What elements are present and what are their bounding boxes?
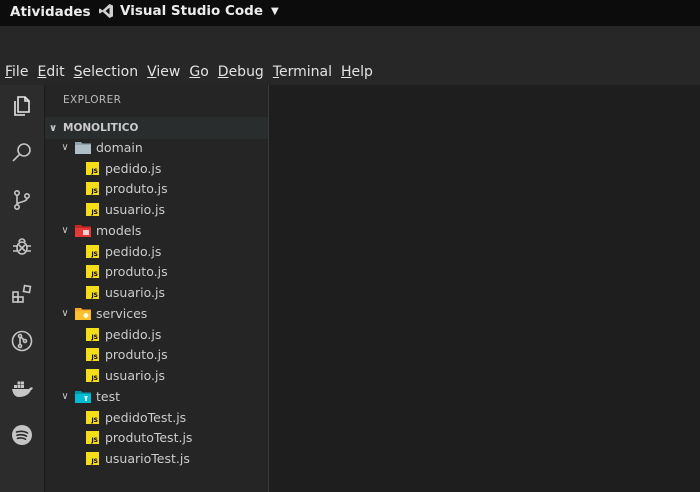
javascript-file-icon: JS [86,431,99,444]
tree-label: pedido.js [105,327,162,342]
activities-button[interactable]: Atividades [10,4,91,20]
git-graph-icon[interactable] [8,327,36,355]
source-control-icon[interactable] [8,186,36,214]
tree-label: models [96,223,142,238]
tree-label: pedido.js [105,161,162,176]
javascript-file-icon: JS [86,182,99,195]
tree-label: usuario.js [105,285,166,300]
menu-file[interactable]: File [5,64,28,80]
files-icon[interactable] [8,92,36,120]
tree-label: services [96,306,148,321]
javascript-file-icon: JS [86,265,99,278]
folder-models-icon [75,225,91,237]
file-row[interactable]: JS usuario.js [45,365,268,386]
tree-label: usuario.js [105,368,166,383]
vscode-icon [99,4,113,18]
file-row[interactable]: JS pedidoTest.js [45,407,268,428]
javascript-file-icon: JS [86,162,99,175]
javascript-file-icon: JS [86,452,99,465]
chevron-down-icon: ▼ [270,5,279,17]
system-top-bar: Atividades Visual Studio Code ▼ [0,0,700,26]
tree-label: produtoTest.js [105,430,193,445]
workspace-section-header[interactable]: ∨ MONOLITICO [45,117,268,139]
chevron-down-icon: ∨ [61,391,69,402]
chevron-down-icon: ∨ [61,225,69,236]
file-row[interactable]: JS produtoTest.js [45,427,268,448]
tree-label: domain [96,140,143,155]
folder-row-services[interactable]: ∨ services [45,303,268,324]
app-menu[interactable]: Visual Studio Code ▼ [98,3,279,19]
folder-row-models[interactable]: ∨ models [45,220,268,241]
tree-label: usuarioTest.js [105,451,190,466]
tree-label: test [96,389,121,404]
editor-area[interactable] [269,85,700,492]
javascript-file-icon: JS [86,369,99,382]
file-row[interactable]: JS pedido.js [45,324,268,345]
menu-debug[interactable]: Debug [218,64,264,80]
menu-go[interactable]: Go [189,64,208,80]
javascript-file-icon: JS [86,411,99,424]
explorer-title: EXPLORER [63,94,122,106]
file-row[interactable]: JS pedido.js [45,241,268,262]
folder-icon [75,142,91,154]
tree-label: usuario.js [105,202,166,217]
spotify-icon[interactable] [8,421,36,449]
file-row[interactable]: JS pedido.js [45,158,268,179]
debug-icon[interactable] [8,233,36,261]
chevron-down-icon: ∨ [61,142,69,153]
search-icon[interactable] [8,139,36,167]
javascript-file-icon: JS [86,203,99,216]
menu-bar: File Edit Selection View Go Debug Termin… [0,58,700,85]
workspace-name: MONOLITICO [63,122,139,134]
activity-bar [0,85,45,492]
javascript-file-icon: JS [86,286,99,299]
menu-terminal[interactable]: Terminal [273,64,332,80]
tree-label: pedido.js [105,244,162,259]
tree-label: produto.js [105,347,168,362]
menu-edit[interactable]: Edit [37,64,64,80]
folder-row-domain[interactable]: ∨ domain [45,137,268,158]
tree-label: produto.js [105,264,168,279]
file-row[interactable]: JS usuario.js [45,199,268,220]
extensions-icon[interactable] [8,280,36,308]
folder-row-test[interactable]: ∨ test [45,386,268,407]
javascript-file-icon: JS [86,328,99,341]
chevron-down-icon: ∨ [61,308,69,319]
docker-icon[interactable] [8,374,36,402]
explorer-sidebar: EXPLORER ∨ MONOLITICO ∨ domain JS pedido… [45,85,269,492]
folder-test-icon [75,391,91,403]
tree-label: pedidoTest.js [105,410,187,425]
file-row[interactable]: JS usuarioTest.js [45,448,268,469]
app-name: Visual Studio Code [120,3,263,19]
menu-selection[interactable]: Selection [74,64,139,80]
menu-view[interactable]: View [147,64,180,80]
folder-services-icon [75,308,91,320]
javascript-file-icon: JS [86,348,99,361]
file-row[interactable]: JS usuario.js [45,282,268,303]
menu-help[interactable]: Help [341,64,373,80]
window-title-area [0,26,700,58]
javascript-file-icon: JS [86,245,99,258]
tree-label: produto.js [105,181,168,196]
chevron-down-icon: ∨ [49,122,58,134]
file-row[interactable]: JS produto.js [45,261,268,282]
file-row[interactable]: JS produto.js [45,344,268,365]
file-row[interactable]: JS produto.js [45,178,268,199]
